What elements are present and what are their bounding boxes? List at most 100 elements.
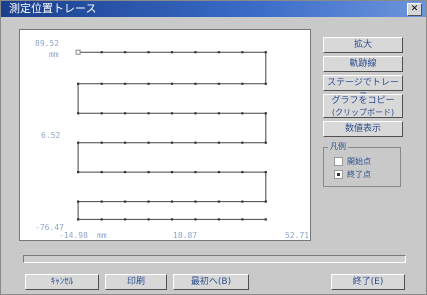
trace-point bbox=[124, 171, 127, 174]
trace-point bbox=[241, 112, 244, 115]
trace-point bbox=[217, 200, 220, 203]
trace-point bbox=[194, 171, 197, 174]
trace-point bbox=[100, 171, 103, 174]
trace-point bbox=[241, 218, 244, 221]
trace-point bbox=[124, 112, 127, 115]
first-button-label: 最初へ(B) bbox=[190, 277, 232, 287]
trace-point bbox=[170, 218, 174, 221]
show-values-button[interactable]: 数値表示 bbox=[323, 121, 403, 137]
copy-graph-label-2: (クリップボード) bbox=[331, 108, 395, 117]
close-icon[interactable]: ✕ bbox=[407, 3, 422, 16]
trace-point bbox=[264, 200, 267, 203]
trace-point bbox=[264, 112, 267, 115]
show-values-button-label: 数値表示 bbox=[344, 124, 381, 134]
trajectory-button-label: 軌跡線 bbox=[349, 59, 377, 69]
trace-point bbox=[194, 51, 197, 54]
legend-box: 凡例 開始点 終了点 bbox=[323, 141, 401, 187]
trace-point bbox=[241, 51, 244, 54]
trace-point bbox=[194, 141, 197, 144]
legend-start-row: 開始点 bbox=[334, 156, 371, 167]
trace-point bbox=[264, 218, 267, 221]
end-point-marker-icon bbox=[334, 170, 343, 179]
y-tick-mid: 6.52 bbox=[41, 131, 61, 140]
copy-graph-label-1: グラフをコピー bbox=[331, 96, 395, 106]
legend-end-label: 終了点 bbox=[347, 170, 371, 179]
trace-point bbox=[147, 82, 150, 85]
trace-point bbox=[170, 200, 174, 203]
trace-path bbox=[77, 51, 267, 220]
trace-point bbox=[194, 112, 197, 115]
cancel-button-label: ｷｬﾝｾﾙ bbox=[50, 277, 74, 287]
trace-point bbox=[170, 171, 174, 174]
zoom-button-label: 拡大 bbox=[353, 40, 372, 50]
trace-point bbox=[264, 51, 267, 54]
trace-point bbox=[170, 51, 174, 54]
trace-point bbox=[217, 112, 220, 115]
x-tick-left: -14.98 bbox=[59, 231, 88, 240]
status-bar bbox=[23, 255, 406, 263]
trace-point bbox=[77, 200, 80, 203]
trace-chart bbox=[75, 49, 267, 221]
trace-point bbox=[241, 171, 244, 174]
trace-point bbox=[264, 82, 267, 85]
trace-window: 測定位置トレース ✕ 89.52 mm 6.52 -76.47 -14.98 m… bbox=[0, 0, 427, 295]
trace-point bbox=[194, 200, 197, 203]
trace-point bbox=[147, 51, 150, 54]
window-title: 測定位置トレース bbox=[9, 2, 97, 15]
trace-point bbox=[100, 51, 103, 54]
trajectory-button[interactable]: 軌跡線 bbox=[323, 56, 403, 72]
trace-point bbox=[124, 51, 127, 54]
trace-point bbox=[217, 218, 220, 221]
trace-point bbox=[147, 141, 150, 144]
first-button[interactable]: 最初へ(B) bbox=[173, 274, 249, 290]
trace-point bbox=[77, 141, 80, 144]
plot-area bbox=[19, 29, 311, 241]
y-tick-top: 89.52 bbox=[35, 39, 60, 48]
x-unit-label: mm bbox=[97, 231, 107, 240]
legend-title: 凡例 bbox=[328, 141, 348, 152]
legend-start-label: 開始点 bbox=[347, 157, 371, 166]
trace-point bbox=[241, 82, 244, 85]
y-unit-label: mm bbox=[49, 50, 59, 59]
trace-point bbox=[264, 171, 267, 174]
trace-point bbox=[241, 141, 244, 144]
trace-point bbox=[170, 141, 174, 144]
zoom-button[interactable]: 拡大 bbox=[323, 37, 403, 53]
trace-point bbox=[100, 112, 103, 115]
trace-point bbox=[100, 82, 103, 85]
trace-point bbox=[147, 171, 150, 174]
trace-point bbox=[194, 82, 197, 85]
trace-point bbox=[217, 51, 220, 54]
trace-point bbox=[124, 218, 127, 221]
trace-point bbox=[194, 218, 197, 221]
trace-point bbox=[217, 171, 220, 174]
trace-point bbox=[77, 171, 80, 174]
trace-point bbox=[100, 200, 103, 203]
trace-point bbox=[147, 200, 150, 203]
trace-point bbox=[124, 141, 127, 144]
trace-point bbox=[241, 200, 244, 203]
copy-graph-button[interactable]: グラフをコピー (クリップボード) bbox=[323, 94, 403, 118]
cancel-button[interactable]: ｷｬﾝｾﾙ bbox=[25, 274, 99, 290]
trace-point bbox=[170, 112, 174, 115]
legend-end-row: 終了点 bbox=[334, 169, 371, 180]
trace-point bbox=[124, 82, 127, 85]
trace-point bbox=[100, 218, 103, 221]
trace-point bbox=[147, 112, 150, 115]
trace-point bbox=[77, 218, 80, 221]
trace-point bbox=[217, 141, 220, 144]
stage-trace-button[interactable]: ステージでトレース bbox=[323, 75, 403, 102]
print-button[interactable]: 印刷 bbox=[105, 274, 167, 290]
trace-point bbox=[124, 200, 127, 203]
trace-point bbox=[100, 141, 103, 144]
trace-point bbox=[170, 82, 174, 85]
trace-point bbox=[147, 218, 150, 221]
trace-point bbox=[77, 112, 80, 115]
trace-start-point bbox=[75, 49, 81, 55]
x-tick-mid: 18.87 bbox=[173, 231, 198, 240]
exit-button-label: 終了(E) bbox=[352, 277, 384, 287]
title-bar: 測定位置トレース ✕ bbox=[1, 1, 426, 17]
trace-point bbox=[217, 82, 220, 85]
start-point-marker-icon bbox=[334, 157, 343, 166]
exit-button[interactable]: 終了(E) bbox=[331, 274, 405, 290]
